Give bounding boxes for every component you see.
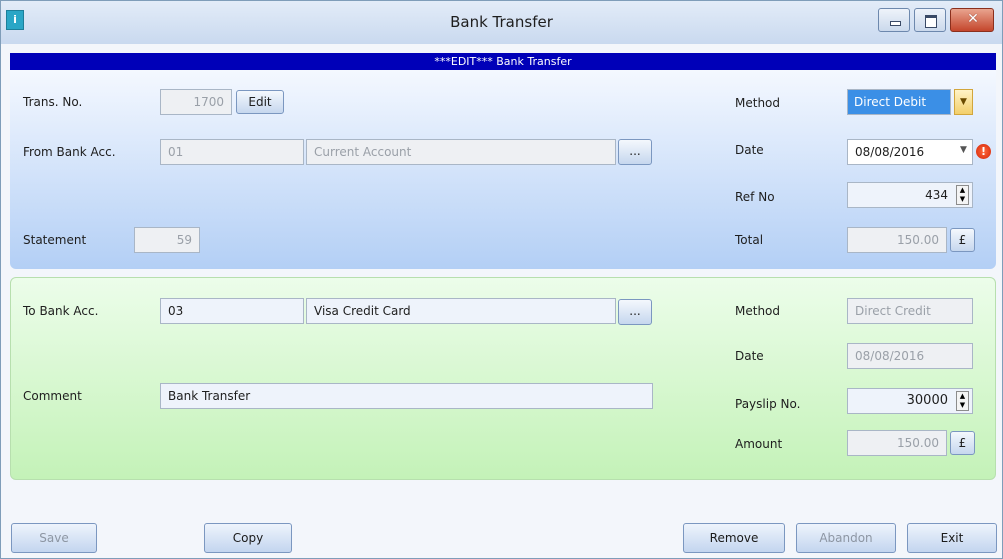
- date-label: Date: [735, 143, 764, 157]
- from-bank-browse-button[interactable]: ...: [618, 139, 652, 165]
- window-title: Bank Transfer: [450, 13, 553, 31]
- method-select[interactable]: Direct Debit: [847, 89, 951, 115]
- ref-no-spinner[interactable]: ▲ ▼: [956, 185, 969, 205]
- payslip-spinner[interactable]: ▲ ▼: [956, 391, 969, 411]
- to-date-field[interactable]: 08/08/2016: [847, 343, 973, 369]
- title-bar[interactable]: i Bank Transfer ✕: [1, 1, 1002, 44]
- bank-transfer-window: i Bank Transfer ✕ ***EDIT*** Bank Transf…: [0, 0, 1003, 559]
- payslip-field[interactable]: 30000: [847, 388, 973, 414]
- save-button[interactable]: Save: [11, 523, 97, 553]
- mode-banner: ***EDIT*** Bank Transfer: [10, 53, 996, 70]
- abandon-button[interactable]: Abandon: [796, 523, 896, 553]
- ref-no-field[interactable]: 434: [847, 182, 973, 208]
- warning-icon: !: [976, 144, 991, 159]
- amount-label: Amount: [735, 437, 783, 451]
- date-field[interactable]: 08/08/2016: [847, 139, 973, 165]
- close-button[interactable]: ✕: [950, 8, 994, 32]
- date-dropdown-icon[interactable]: ▼: [960, 145, 967, 155]
- from-bank-code-field[interactable]: 01: [160, 139, 304, 165]
- to-bank-code-field[interactable]: 03: [160, 298, 304, 324]
- payslip-label: Payslip No.: [735, 397, 801, 411]
- total-field[interactable]: 150.00: [847, 227, 947, 253]
- to-date-label: Date: [735, 349, 764, 363]
- minimize-button[interactable]: [878, 8, 910, 32]
- to-bank-browse-button[interactable]: ...: [618, 299, 652, 325]
- from-bank-name-field[interactable]: Current Account: [306, 139, 616, 165]
- total-label: Total: [735, 233, 764, 247]
- maximize-icon: [925, 15, 937, 28]
- comment-label: Comment: [23, 389, 82, 403]
- ref-no-label: Ref No: [735, 190, 775, 204]
- total-currency-button[interactable]: £: [950, 228, 975, 252]
- remove-button[interactable]: Remove: [683, 523, 785, 553]
- from-bank-label: From Bank Acc.: [23, 145, 116, 159]
- edit-button[interactable]: Edit: [236, 90, 284, 114]
- comment-field[interactable]: Bank Transfer: [160, 383, 653, 409]
- statement-field[interactable]: 59: [134, 227, 200, 253]
- to-bank-name-field[interactable]: Visa Credit Card: [306, 298, 616, 324]
- method-selected-value: Direct Debit: [848, 90, 950, 114]
- close-icon: ✕: [967, 11, 979, 27]
- to-method-label: Method: [735, 304, 781, 318]
- trans-no-label: Trans. No.: [23, 95, 83, 109]
- exit-button[interactable]: Exit: [907, 523, 997, 553]
- method-label: Method: [735, 96, 781, 110]
- copy-button[interactable]: Copy: [204, 523, 292, 553]
- to-bank-label: To Bank Acc.: [23, 304, 99, 318]
- method-dropdown-arrow-icon[interactable]: ▼: [954, 89, 973, 115]
- statement-label: Statement: [23, 233, 87, 247]
- trans-no-field[interactable]: 1700: [160, 89, 232, 115]
- maximize-button[interactable]: [914, 8, 946, 32]
- amount-currency-button[interactable]: £: [950, 431, 975, 455]
- minimize-icon: [890, 21, 901, 26]
- amount-field[interactable]: 150.00: [847, 430, 947, 456]
- to-method-field[interactable]: Direct Credit: [847, 298, 973, 324]
